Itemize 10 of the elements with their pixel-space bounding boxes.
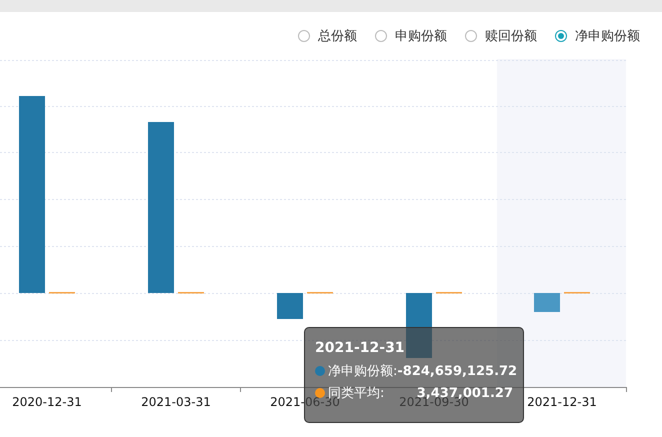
tooltip-value: -824,659,125.72 — [397, 364, 518, 378]
legend-radio[interactable]: 赎回份额 — [465, 26, 537, 44]
tooltip-title: 2021-12-31 — [315, 340, 406, 356]
axis-label: 2021-12-31 — [527, 395, 597, 409]
axis-label: 2021-03-31 — [141, 395, 211, 409]
axis-label: 2020-12-31 — [12, 395, 82, 409]
legend-radio[interactable]: 净申购份额 — [555, 26, 640, 44]
tooltip-label: 净申购份额: — [328, 363, 398, 380]
legend-radio[interactable]: 申购份额 — [375, 26, 447, 44]
legend-radio[interactable]: 总份额 — [298, 26, 357, 44]
